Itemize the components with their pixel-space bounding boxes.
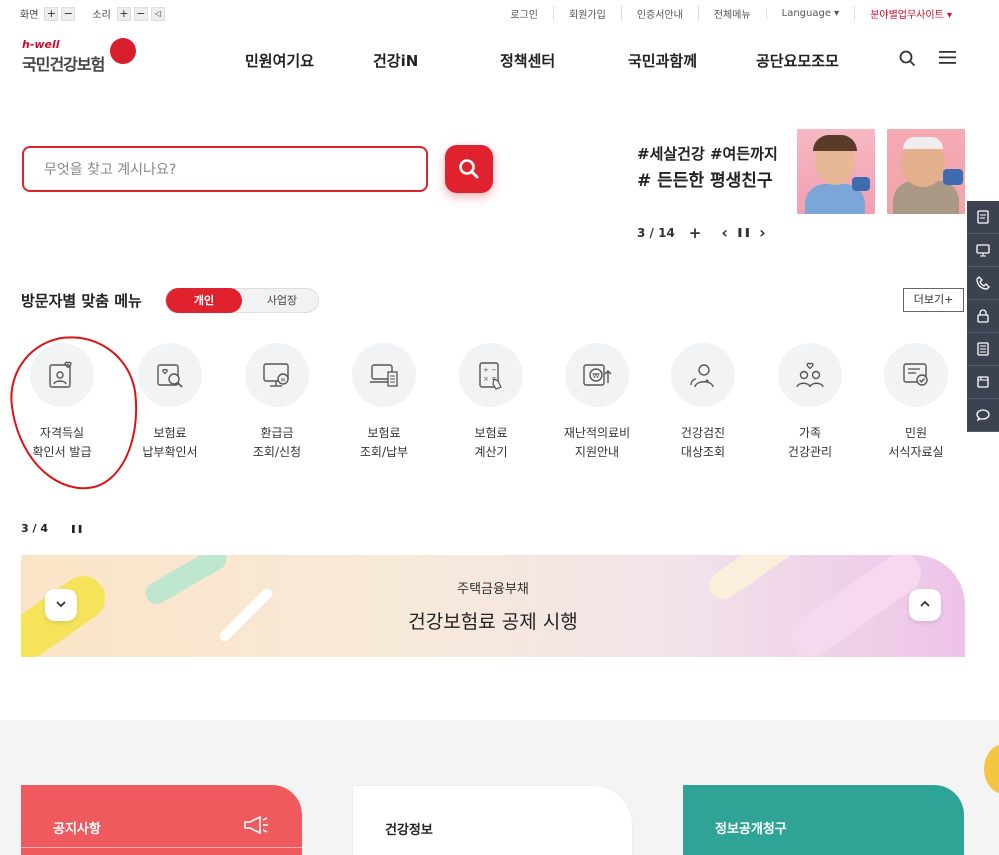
quick-item-catastrophic-support[interactable]: ₩ 재난적의료비 지원안내 [547,343,647,462]
notice-subtitle: 주택금융부채 [457,582,529,597]
screen-zoom-in-button[interactable]: + [44,6,59,21]
more-button[interactable]: 더보기+ [903,288,964,312]
banner-counter: 3 / 14 [637,225,675,240]
nav-health-in[interactable]: 건강iN [373,50,418,71]
search-input[interactable]: 무엇을 찾고 계시나요? [22,146,428,192]
side-list-icon[interactable] [967,333,999,366]
quick-item-checkup-target[interactable]: 건강검진 대상조회 [653,343,753,462]
won-up-icon: ₩ [583,364,612,386]
quick-item-forms-library[interactable]: 민원 서식자료실 [866,343,966,462]
search-icon [459,159,479,179]
screen-size-label: 화면 [20,10,39,21]
svg-text:w: w [281,377,286,384]
notice-expand-button[interactable] [45,589,77,621]
header-search-icon[interactable] [899,50,916,71]
chevron-down-icon [56,601,66,608]
health-info-card[interactable]: 건강정보 [352,785,633,855]
people-search-icon [690,364,714,388]
search-button[interactable] [445,145,493,193]
side-lock-icon[interactable] [967,300,999,333]
full-menu-link[interactable]: 전체메뉴 [697,6,766,21]
sound-label: 소리 [92,10,111,21]
notice-collapse-button[interactable] [909,589,941,621]
quick-menu-title: 방문자별 맞춤 메뉴 [21,292,142,310]
megaphone-icon [244,816,268,834]
side-book-icon[interactable] [967,366,999,399]
quick-item-premium-inquiry[interactable]: 보험료 조회/납부 [334,343,434,462]
laptop-receipt-icon [370,364,398,387]
hamburger-menu-icon[interactable] [939,50,956,69]
main-navigation: 민원여기요 건강iN 정책센터 국민과함께 공단요모조모 [0,50,999,70]
quick-item-family-health[interactable]: 가족 건강관리 [760,343,860,462]
nav-policy-center[interactable]: 정책센터 [500,50,555,71]
accessibility-controls: 화면 + − 소리 + − ◁ [20,6,168,21]
quick-item-label: 보험료 조회/납부 [359,426,409,459]
language-select[interactable]: Language ▾ [765,8,855,19]
chevron-up-icon [920,600,930,607]
notices-card-title: 공지사항 [53,822,101,837]
health-info-card-title: 건강정보 [385,823,433,838]
quick-item-label: 보험료 계산기 [474,426,508,459]
sound-up-button[interactable]: + [116,6,131,21]
notices-card[interactable]: 공지사항 [21,785,302,855]
notice-banner[interactable]: 주택금융부채 건강보험료 공제 시행 [21,555,965,657]
certificate-guide-link[interactable]: 인증서안내 [620,6,698,21]
banner-line-2: # 든든한 평생친구 [637,171,773,191]
side-phone-icon[interactable] [967,267,999,300]
document-search-icon [157,364,183,388]
visitor-type-toggle: 개인 사업장 [165,288,319,313]
svg-text:₩: ₩ [593,372,600,380]
calculator-hand-icon: + −× = [479,362,502,390]
quick-menu-pause-button[interactable]: ❚❚ [70,522,83,536]
document-check-icon [903,363,928,386]
svg-text:+ −: + − [483,366,497,374]
speaker-icon[interactable]: ◁ [150,6,165,21]
quick-item-refund[interactable]: w 환급금 조회/신청 [227,343,327,462]
banner-next-button[interactable]: › [759,223,766,242]
monitor-coin-icon: w [263,363,289,387]
nav-with-people[interactable]: 국민과함께 [628,50,697,71]
side-quick-menu [967,201,999,432]
sound-down-button[interactable]: − [133,6,148,21]
banner-text[interactable]: #세살건강 #여든까지 # 든든한 평생친구 [637,143,778,191]
tab-personal[interactable]: 개인 [166,288,242,313]
side-chat-icon[interactable] [967,399,999,432]
quick-menu-pager: 3 / 4 ❚❚ [21,522,83,536]
banner-controls: 3 / 14 + ‹ ❚❚ › [637,223,766,242]
tab-business[interactable]: 사업장 [244,289,320,312]
quick-item-label: 건강검진 대상조회 [680,426,726,459]
quick-item-label: 가족 건강관리 [787,426,833,459]
info-disclosure-card[interactable]: 정보공개청구 [683,785,964,855]
nav-about-agency[interactable]: 공단요모조모 [756,50,839,71]
utility-links: 로그인 회원가입 인증서안내 전체메뉴 Language ▾ 분야별업무사이트 … [495,6,967,21]
banner-image-elder[interactable] [887,129,965,214]
banner-line-1: #세살건강 #여든까지 [637,145,778,163]
quick-item-calculator[interactable]: + − × = 보험료 계산기 [441,343,541,462]
side-monitor-icon[interactable] [967,234,999,267]
banner-add-button[interactable]: + [689,224,702,242]
family-heart-icon [796,362,824,388]
quick-item-label: 재난적의료비 지원안내 [563,426,631,459]
side-doc-icon[interactable] [967,201,999,234]
banner-pause-button[interactable]: ❚❚ [736,228,751,238]
login-link[interactable]: 로그인 [495,6,553,21]
field-sites-select[interactable]: 분야별업무사이트 ▾ [854,6,967,21]
quick-item-label: 민원 서식자료실 [888,426,944,459]
banner-prev-button[interactable]: ‹ [721,223,728,242]
quick-menu-counter: 3 / 4 [21,522,48,535]
nav-civil-service[interactable]: 민원여기요 [245,50,314,71]
quick-item-label: 환급금 조회/신청 [252,426,302,459]
screen-zoom-out-button[interactable]: − [61,6,76,21]
banner-image-child[interactable] [797,129,875,214]
notice-title: 건강보험료 공제 시행 [408,611,578,633]
signup-link[interactable]: 회원가입 [553,6,621,21]
info-disclosure-card-title: 정보공개청구 [715,822,787,837]
